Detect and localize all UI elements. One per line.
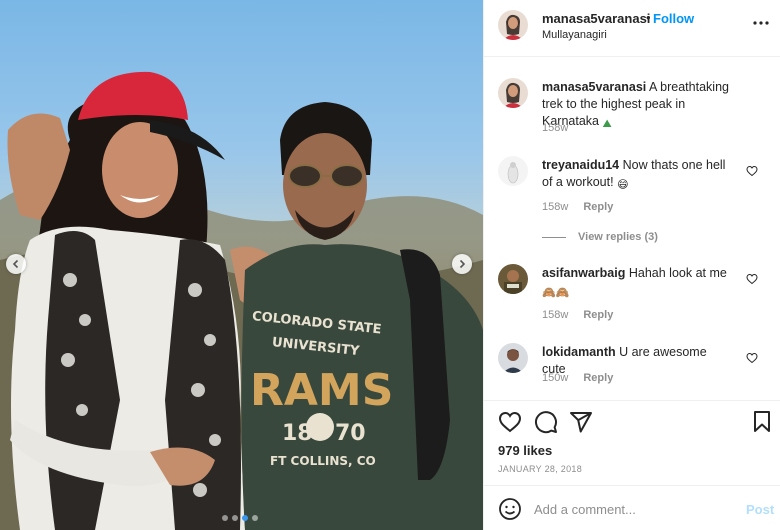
comments-list[interactable]: manasa5varanasi A breathtaking trek to t… — [484, 58, 780, 400]
reply-button[interactable]: Reply — [583, 372, 613, 384]
comment-meta: 158w Reply — [542, 201, 625, 213]
smiley-icon[interactable] — [498, 497, 522, 521]
see-no-evil-monkey-emoji-icon: 🙈🙈 — [542, 287, 570, 299]
post-date[interactable]: JANUARY 28, 2018 — [498, 464, 582, 474]
comment-meta: 150w Reply — [542, 372, 625, 384]
comment-input[interactable] — [534, 499, 724, 519]
reply-button[interactable]: Reply — [583, 309, 613, 321]
grinning-emoji-icon: 😄 — [617, 179, 629, 191]
comment-meta: 158w Reply — [542, 309, 625, 321]
comment-username[interactable]: treyanaidu14 — [542, 158, 619, 172]
reply-button[interactable]: Reply — [583, 201, 613, 213]
replies-divider — [542, 236, 566, 238]
comment-username[interactable]: lokidamanth — [542, 345, 616, 359]
header-separator: • — [646, 10, 651, 25]
post-header: manasa5varanasi • Follow Mullayanagiri — [484, 0, 780, 57]
more-options-icon[interactable] — [752, 20, 770, 26]
view-replies-button[interactable]: View replies (3) — [542, 231, 658, 243]
carousel-dot — [252, 515, 258, 521]
comment-like-heart-icon[interactable] — [746, 273, 758, 285]
commenter-avatar[interactable] — [498, 156, 528, 186]
post-location[interactable]: Mullayanagiri — [542, 29, 607, 41]
carousel-indicator — [222, 515, 258, 521]
photo-scene: COLORADO STATE UNIVERSITY RAMS 18 70 FT … — [0, 71, 483, 530]
svg-text:70: 70 — [335, 421, 366, 446]
commenter-avatar[interactable] — [498, 264, 528, 294]
add-comment-bar: Post — [484, 485, 780, 530]
comment-like-heart-icon[interactable] — [746, 352, 758, 364]
comment-icon[interactable] — [534, 410, 558, 434]
post-actions: 979 likes JANUARY 28, 2018 — [484, 400, 780, 485]
carousel-dot — [222, 515, 228, 521]
bookmark-icon[interactable] — [750, 410, 774, 434]
author-avatar[interactable] — [498, 10, 528, 40]
chevron-right-icon — [459, 259, 466, 269]
chevron-left-icon — [12, 259, 19, 269]
comment-time: 158w — [542, 122, 569, 134]
comment-time: 158w — [542, 201, 569, 213]
carousel-dot-active — [242, 515, 248, 521]
mountain-emoji-icon: ⛰ — [602, 118, 612, 130]
comment-like-heart-icon[interactable] — [746, 165, 758, 177]
follow-button[interactable]: Follow — [653, 11, 694, 26]
post-side-panel: manasa5varanasi • Follow Mullayanagiri m… — [483, 0, 780, 530]
author-username[interactable]: manasa5varanasi — [542, 11, 650, 26]
comment-body: Hahah look at me — [628, 266, 727, 280]
post-comment-button[interactable]: Post — [746, 502, 774, 517]
likes-count[interactable]: 979 likes — [498, 443, 552, 458]
comment-text: treyanaidu14 Now thats one hell of a wor… — [542, 157, 732, 194]
comment-text: asifanwarbaig Hahah look at me 🙈🙈 — [542, 265, 732, 302]
carousel-next-button[interactable] — [452, 254, 472, 274]
heart-icon[interactable] — [498, 410, 522, 434]
view-replies-label: View replies (3) — [578, 231, 658, 243]
carousel-dot — [232, 515, 238, 521]
svg-text:RAMS: RAMS — [250, 365, 393, 416]
carousel-prev-button[interactable] — [6, 254, 26, 274]
caption-avatar[interactable] — [498, 78, 528, 108]
svg-text:FT COLLINS, CO: FT COLLINS, CO — [270, 454, 376, 468]
commenter-avatar[interactable] — [498, 343, 528, 373]
comment-meta: 158w — [542, 122, 580, 134]
share-icon[interactable] — [569, 410, 593, 434]
comment-username[interactable]: asifanwarbaig — [542, 266, 625, 280]
post-photo[interactable]: COLORADO STATE UNIVERSITY RAMS 18 70 FT … — [0, 0, 483, 530]
comment-time: 158w — [542, 309, 569, 321]
comment-time: 150w — [542, 372, 569, 384]
comment-username[interactable]: manasa5varanasi — [542, 80, 646, 94]
